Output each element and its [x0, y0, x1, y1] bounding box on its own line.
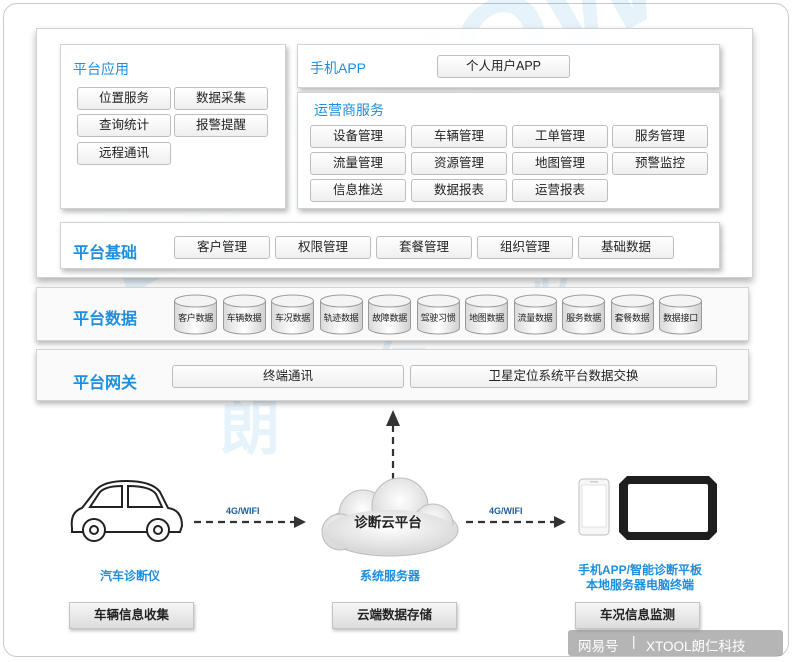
- cloud-label: 诊断云平台: [354, 515, 422, 530]
- car-icon: [70, 479, 184, 542]
- link-label-right: 4G/WIFI: [489, 506, 523, 516]
- credit-author: XTOOL朗仁科技: [646, 639, 746, 654]
- credit-source: 网易号: [578, 639, 619, 654]
- footer-cloud-storage: 云端数据存储: [332, 602, 457, 629]
- architecture-diagram: LINKNOW 朗 仁 物 联 平台应用 位置服务 数据采集 查询统计 报警提醒…: [0, 0, 793, 662]
- credit-badge: 网易号 | XTOOL朗仁科技: [568, 630, 783, 656]
- device-caption-2: 本地服务器电脑终端: [585, 578, 694, 592]
- car-caption: 汽车诊断仪: [99, 569, 160, 583]
- footer-vehicle-collect: 车辆信息收集: [69, 602, 194, 629]
- phone-icon: [578, 478, 610, 536]
- credit-divider: |: [632, 634, 636, 649]
- server-caption: 系统服务器: [359, 569, 420, 583]
- tablet-icon: [619, 476, 717, 540]
- footer-condition-monitor: 车况信息监测: [575, 602, 700, 629]
- link-label-left: 4G/WIFI: [226, 506, 260, 516]
